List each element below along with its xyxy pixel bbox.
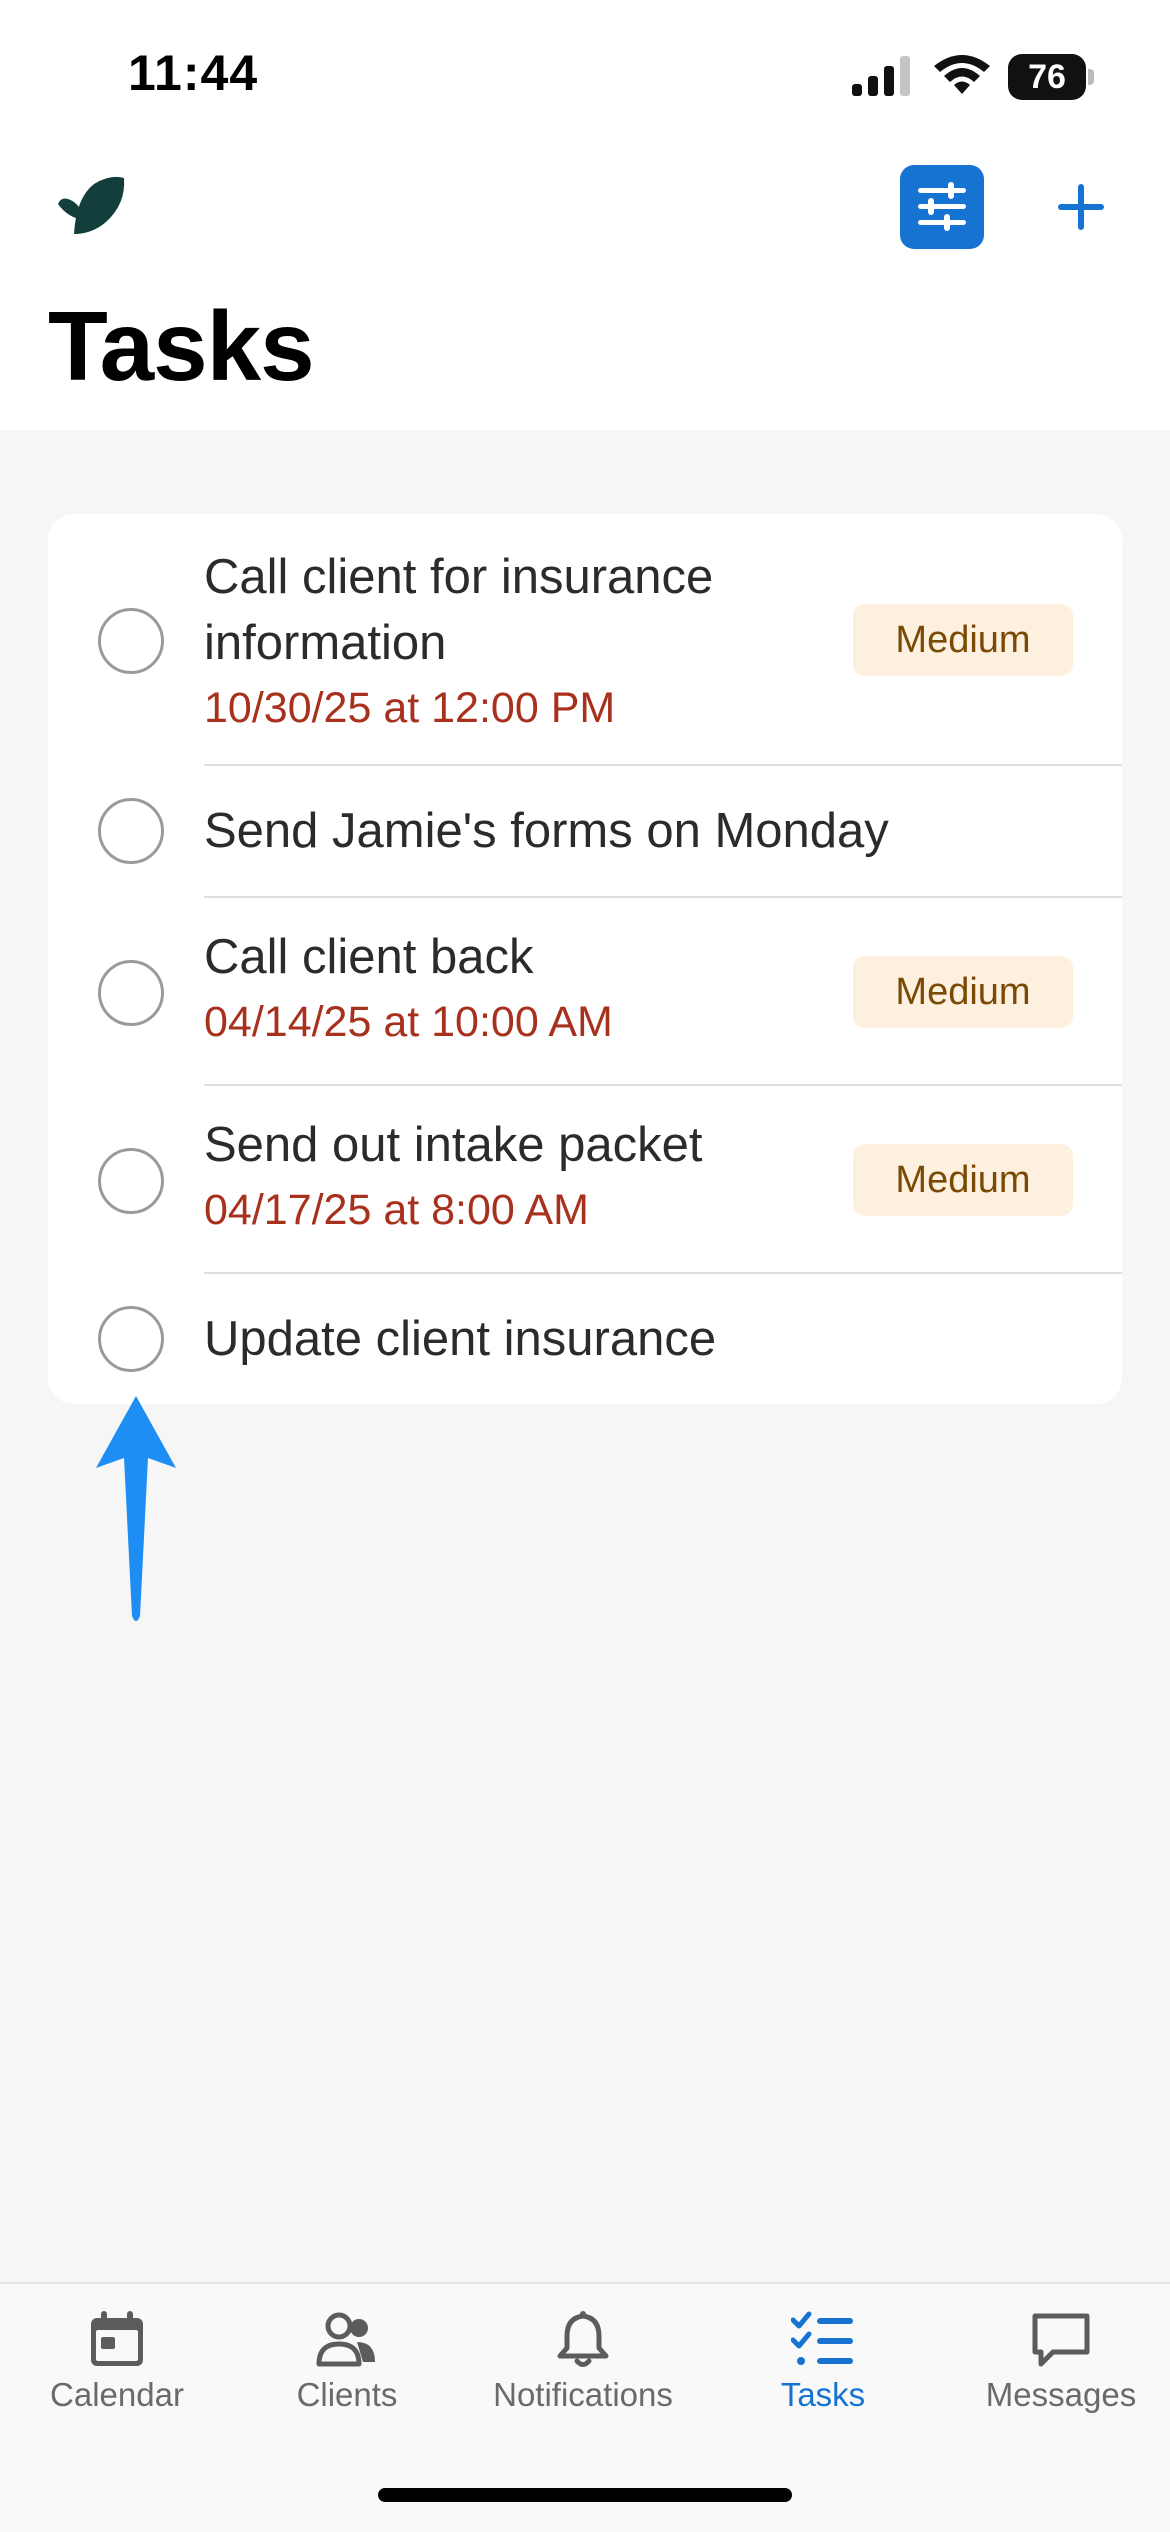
tab-notifications[interactable]: Notifications xyxy=(466,2304,700,2454)
tab-label-calendar: Calendar xyxy=(50,2376,184,2413)
task-title: Call client for insurance xyxy=(204,550,714,604)
priority-badge: Medium xyxy=(853,1144,1073,1216)
task-row[interactable]: Send out intake packet 04/17/25 at 8:00 … xyxy=(48,1086,1122,1272)
task-due-date: 04/17/25 at 8:00 AM xyxy=(204,1186,589,1234)
tab-label-tasks: Tasks xyxy=(780,2376,866,2413)
wifi-icon xyxy=(934,55,990,94)
priority-badge: Medium xyxy=(853,604,1073,676)
battery-tip xyxy=(1088,69,1094,85)
calendar-icon xyxy=(91,2311,143,2366)
tab-clients[interactable]: Clients xyxy=(230,2304,464,2454)
priority-badge: Medium xyxy=(853,956,1073,1028)
status-bar: 11:44 76 xyxy=(0,0,1170,150)
task-checkbox[interactable] xyxy=(98,960,164,1026)
task-row[interactable]: Send Jamie's forms on Monday xyxy=(48,766,1122,896)
task-due-date: 10/30/25 at 12:00 PM xyxy=(204,684,616,732)
home-indicator[interactable] xyxy=(378,2488,792,2502)
filter-button[interactable] xyxy=(900,165,984,249)
tasks-screen: 11:44 76 Tasks Call client for insurance… xyxy=(0,0,1170,2532)
tab-label-notifications: Notifications xyxy=(493,2376,673,2413)
people-icon xyxy=(316,2312,375,2367)
battery-level: 76 xyxy=(1008,54,1086,100)
task-checkbox[interactable] xyxy=(98,1148,164,1214)
task-row[interactable]: Update client insurance xyxy=(48,1274,1122,1404)
task-title: Send out intake packet xyxy=(204,1118,703,1172)
page-title: Tasks xyxy=(48,291,315,401)
task-due-date: 04/14/25 at 10:00 AM xyxy=(204,998,613,1046)
checklist-icon xyxy=(791,2311,853,2365)
task-title-continued: information xyxy=(204,616,447,670)
status-time: 11:44 xyxy=(128,45,259,101)
task-row[interactable]: Call client for insurance information 10… xyxy=(48,514,1122,764)
task-title: Send Jamie's forms on Monday xyxy=(204,804,889,858)
tab-tasks[interactable]: Tasks xyxy=(706,2304,940,2454)
battery-icon: 76 xyxy=(1008,54,1094,100)
bell-icon xyxy=(557,2311,609,2367)
chat-bubble-icon xyxy=(1032,2313,1090,2367)
sliders-icon xyxy=(918,182,966,231)
task-row[interactable]: Call client back 04/14/25 at 10:00 AM Me… xyxy=(48,898,1122,1084)
annotation-arrow-icon xyxy=(96,1396,176,1621)
tab-label-messages: Messages xyxy=(985,2376,1137,2413)
task-title: Update client insurance xyxy=(204,1312,717,1366)
tab-messages[interactable]: Messages xyxy=(944,2304,1170,2454)
tab-calendar[interactable]: Calendar xyxy=(0,2304,234,2454)
task-checkbox[interactable] xyxy=(98,608,164,674)
cellular-signal-icon xyxy=(852,56,910,96)
task-list: Call client for insurance information 10… xyxy=(48,514,1122,1404)
app-logo-icon xyxy=(58,176,125,234)
plus-icon[interactable] xyxy=(1046,172,1116,242)
task-checkbox[interactable] xyxy=(98,1306,164,1372)
task-checkbox[interactable] xyxy=(98,798,164,864)
tab-label-clients: Clients xyxy=(296,2376,398,2413)
header: Tasks xyxy=(0,150,1170,430)
task-title: Call client back xyxy=(204,930,534,984)
